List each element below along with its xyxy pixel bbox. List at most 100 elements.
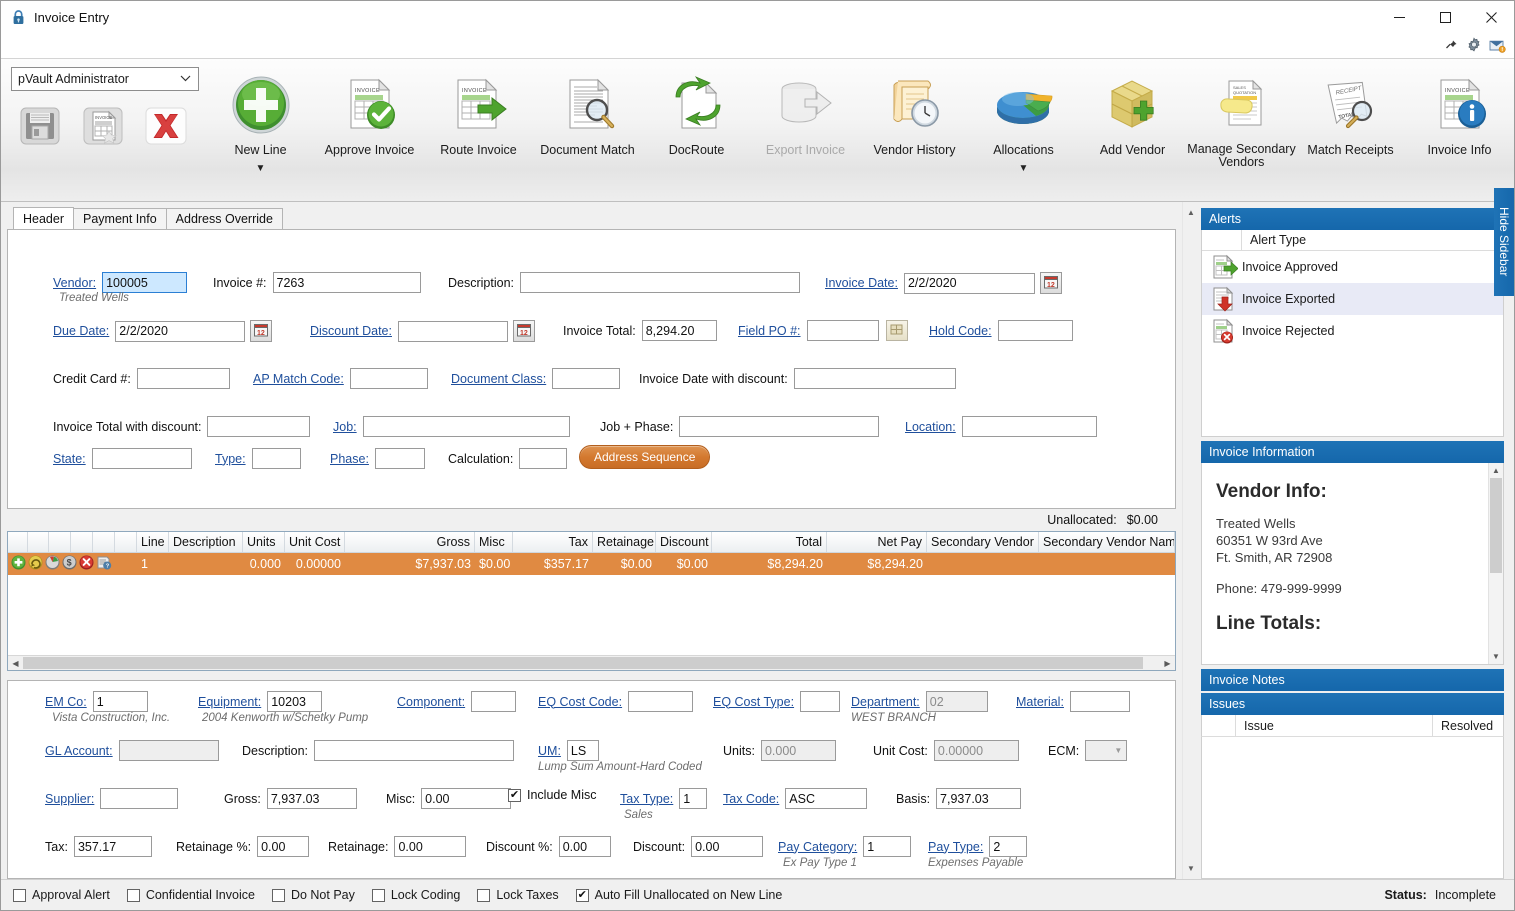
mail-alert-icon[interactable] xyxy=(1489,38,1506,56)
document-class-label[interactable]: Document Class: xyxy=(451,372,546,386)
pin-icon[interactable] xyxy=(1444,38,1459,56)
list-item[interactable]: Invoice Approved xyxy=(1202,251,1503,283)
scroll-up-arrow-icon[interactable]: ▲ xyxy=(1187,208,1195,217)
invoice-notes-panel-header[interactable]: Invoice Notes xyxy=(1201,669,1504,691)
checkbox-approval-alert[interactable]: Approval Alert xyxy=(13,888,110,902)
hold-code-input[interactable] xyxy=(997,320,1073,341)
issues-col-issue[interactable]: Issue xyxy=(1236,715,1433,736)
table-row[interactable]: $ ? 1 0.000 0.00000 $7,937.03 $0.00 $357… xyxy=(8,553,1175,575)
em-co-input[interactable]: 1 xyxy=(92,691,148,712)
description-input[interactable] xyxy=(520,272,800,293)
scroll-left-arrow-icon[interactable]: ◀ xyxy=(8,659,23,668)
invoice-total-input[interactable]: 8,294.20 xyxy=(641,320,717,341)
grid-col-line[interactable]: Line xyxy=(137,532,169,552)
checkbox-do-not-pay[interactable]: Do Not Pay xyxy=(271,888,355,902)
grid-col-unit-cost[interactable]: Unit Cost xyxy=(285,532,345,552)
add-line-icon[interactable] xyxy=(11,555,26,573)
checkbox-lock-taxes[interactable]: Lock Taxes xyxy=(477,888,559,902)
retainage-input[interactable]: 0.00 xyxy=(394,836,467,857)
tab-payment-info[interactable]: Payment Info xyxy=(73,208,167,229)
tax-code-input[interactable]: ASC xyxy=(785,788,868,809)
grid-col-net-pay[interactable]: Net Pay xyxy=(827,532,927,552)
checkbox-box[interactable] xyxy=(271,888,285,902)
checkbox-auto-fill-unallocated[interactable]: ✔ Auto Fill Unallocated on New Line xyxy=(575,888,782,902)
type-input[interactable] xyxy=(251,448,301,469)
invoice-information-scrollbar[interactable]: ▲ ▼ xyxy=(1488,463,1503,664)
toolbar-button-document-match[interactable]: Document Match ▼ xyxy=(533,63,642,173)
checkbox-box[interactable]: ✔ xyxy=(575,888,589,902)
job-label[interactable]: Job: xyxy=(333,420,357,434)
toolbar-button-invoice-info[interactable]: INVOICE Invoice Info ▼ xyxy=(1405,63,1514,173)
close-button[interactable] xyxy=(1468,1,1514,33)
grid-col-units[interactable]: Units xyxy=(243,532,285,552)
include-misc-checkbox-row[interactable]: ✔ Include Misc xyxy=(508,788,596,802)
checkbox-box[interactable] xyxy=(126,888,140,902)
scroll-thumb[interactable] xyxy=(1490,478,1502,573)
grid-col-discount[interactable]: Discount xyxy=(656,532,712,552)
phase-input[interactable] xyxy=(374,448,425,469)
tax-code-label[interactable]: Tax Code: xyxy=(723,792,779,806)
ap-match-code-label[interactable]: AP Match Code: xyxy=(253,372,344,386)
toolbar-button-approve-invoice[interactable]: INVOICE Approve Invoice ▼ xyxy=(315,63,424,173)
scroll-thumb[interactable] xyxy=(23,657,1143,669)
equipment-label[interactable]: Equipment: xyxy=(198,695,261,709)
gl-account-label[interactable]: GL Account: xyxy=(45,744,113,758)
retainage-pct-input[interactable]: 0.00 xyxy=(257,836,310,857)
field-po-lookup-button[interactable] xyxy=(885,320,908,341)
ap-match-code-input[interactable] xyxy=(349,368,428,389)
grid-horizontal-scrollbar[interactable]: ◀ ▶ xyxy=(8,655,1175,670)
address-sequence-button[interactable]: Address Sequence xyxy=(579,445,711,469)
scroll-up-arrow-icon[interactable]: ▲ xyxy=(1489,463,1503,478)
component-input[interactable] xyxy=(471,691,517,712)
invoice-number-input[interactable]: 7263 xyxy=(272,272,421,293)
tax-type-label[interactable]: Tax Type: xyxy=(620,792,673,806)
um-input[interactable]: LS xyxy=(566,740,599,761)
calculation-input[interactable] xyxy=(519,448,568,469)
grid-col-description[interactable]: Description xyxy=(169,532,243,552)
tax-input[interactable]: 357.17 xyxy=(73,836,152,857)
material-input[interactable] xyxy=(1069,691,1130,712)
delete-line-icon[interactable] xyxy=(79,555,94,573)
grid-col-retainage[interactable]: Retainage xyxy=(593,532,656,552)
supplier-label[interactable]: Supplier: xyxy=(45,792,94,806)
save-button[interactable] xyxy=(17,105,63,147)
invoice-date-calendar-button[interactable]: 12 xyxy=(1039,272,1062,294)
alerts-panel-header[interactable]: Alerts xyxy=(1201,208,1504,230)
toolbar-button-new-line[interactable]: New Line ▼ xyxy=(206,63,315,174)
pay-category-input[interactable]: 1 xyxy=(863,836,912,857)
invoice-date-input[interactable]: 2/2/2020 xyxy=(903,272,1035,294)
toolbar-button-allocations[interactable]: Allocations ▼ xyxy=(969,63,1078,174)
chevron-down-icon[interactable]: ▼ xyxy=(1019,164,1029,174)
basis-input[interactable]: 7,937.03 xyxy=(936,788,1022,809)
gear-icon[interactable] xyxy=(1466,37,1482,56)
due-date-calendar-button[interactable]: 12 xyxy=(250,320,273,342)
equipment-input[interactable]: 10203 xyxy=(267,691,323,712)
grid-col-gross[interactable]: Gross xyxy=(345,532,475,552)
due-date-input[interactable]: 2/2/2020 xyxy=(115,320,246,342)
scroll-right-arrow-icon[interactable]: ▶ xyxy=(1160,659,1175,668)
include-misc-checkbox[interactable]: ✔ xyxy=(508,788,521,802)
line-description-input[interactable] xyxy=(314,740,514,761)
state-input[interactable] xyxy=(91,448,192,469)
pay-type-input[interactable]: 2 xyxy=(989,836,1028,857)
component-label[interactable]: Component: xyxy=(397,695,465,709)
ecm-select[interactable]: ▼ xyxy=(1085,740,1128,761)
department-label[interactable]: Department: xyxy=(851,695,920,709)
vendor-label[interactable]: Vendor: xyxy=(53,276,96,290)
material-label[interactable]: Material: xyxy=(1016,695,1064,709)
em-co-label[interactable]: EM Co: xyxy=(45,695,87,709)
main-vertical-scrollbar[interactable]: ▲ ▼ xyxy=(1182,202,1199,879)
maximize-button[interactable] xyxy=(1422,1,1468,33)
toolbar-button-docroute[interactable]: DocRoute ▼ xyxy=(642,63,751,173)
checkbox-box[interactable] xyxy=(371,888,385,902)
job-phase-input[interactable] xyxy=(679,416,880,437)
checkbox-box[interactable] xyxy=(13,888,26,902)
toolbar-button-manage-secondary-vendors[interactable]: SALES QUOTATION Manage Secondary Vendors xyxy=(1187,63,1296,169)
checkbox-confidential-invoice[interactable]: Confidential Invoice xyxy=(126,888,255,902)
discount-pct-input[interactable]: 0.00 xyxy=(558,836,611,857)
toolbar-button-add-vendor[interactable]: Add Vendor ▼ xyxy=(1078,63,1187,173)
grid-col-tax[interactable]: Tax xyxy=(513,532,593,552)
hide-sidebar-button[interactable]: Hide Sidebar xyxy=(1494,188,1514,296)
field-po-input[interactable] xyxy=(806,320,879,341)
tax-type-input[interactable]: 1 xyxy=(679,788,708,809)
